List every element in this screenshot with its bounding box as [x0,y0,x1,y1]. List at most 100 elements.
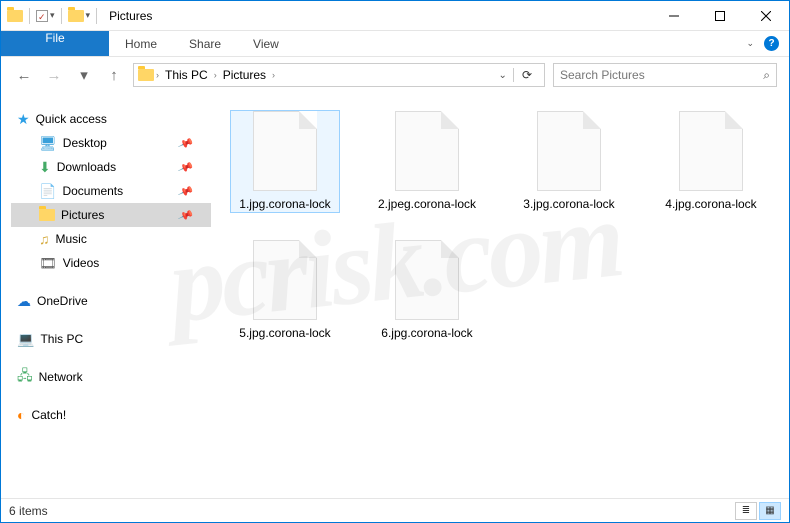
maximize-button[interactable] [697,1,743,31]
search-icon: ⌕ [763,68,770,83]
file-icon [253,111,317,191]
tab-file[interactable]: File [1,31,109,56]
sidebar-item-desktop[interactable]: 🖥 Desktop 📌 [11,131,211,155]
qat-dropdown2-icon[interactable]: ▾ [86,10,91,21]
pin-icon: 📌 [177,207,194,224]
file-icon [395,111,459,191]
details-view-button[interactable]: ≣ [735,502,757,520]
sidebar-quick-access[interactable]: ★ Quick access [11,107,211,131]
nav-row: ← → ▾ ↑ › This PC › Pictures › ⌄ ⟳ Searc… [1,57,789,93]
window-controls [651,1,789,31]
star-icon: ★ [17,111,30,128]
file-icon [679,111,743,191]
search-input[interactable]: Search Pictures ⌕ [553,63,777,87]
quick-access-label: Quick access [36,112,107,126]
desktop-icon: 🖥 [39,135,57,152]
help-icon[interactable]: ? [764,36,779,51]
pin-icon: 📌 [177,183,194,200]
file-name: 5.jpg.corona-lock [239,326,330,341]
sidebar-item-label: Pictures [61,208,104,222]
file-icon [253,240,317,320]
explorer-icon [7,8,23,24]
search-placeholder: Search Pictures [560,68,645,82]
properties-icon[interactable]: ✓ [36,10,48,22]
quick-access-toolbar: ✓ ▾ ▾ Pictures [1,8,152,24]
separator [61,8,62,24]
breadcrumb-this-pc[interactable]: This PC [161,68,212,82]
up-button[interactable]: ↑ [103,64,125,86]
separator [29,8,30,24]
chevron-right-icon[interactable]: › [270,70,277,80]
status-text: 6 items [9,504,48,518]
file-item[interactable]: 6.jpg.corona-lock [373,240,481,341]
back-button[interactable]: ← [13,64,35,86]
pictures-icon [39,207,55,223]
sidebar-item-label: Music [56,232,87,246]
sidebar-item-music[interactable]: ♫ Music [11,227,211,251]
address-bar[interactable]: › This PC › Pictures › ⌄ ⟳ [133,63,545,87]
documents-icon: 📄 [39,183,56,200]
sidebar-root-label: Catch! [31,408,66,422]
sidebar-item-label: Documents [62,184,123,198]
file-item[interactable]: 4.jpg.corona-lock [657,111,765,212]
file-item[interactable]: 2.jpeg.corona-lock [373,111,481,212]
file-item[interactable]: 1.jpg.corona-lock [231,111,339,212]
pc-icon: 💻 [17,331,34,348]
file-item[interactable]: 5.jpg.corona-lock [231,240,339,341]
expand-ribbon-icon[interactable]: ⌄ [746,38,754,49]
sidebar-item-label: Downloads [57,160,116,174]
sidebar-item-videos[interactable]: 🎞 Videos [11,251,211,275]
chevron-right-icon[interactable]: › [212,70,219,80]
network-icon: 🖧 [17,365,33,389]
sidebar-catch[interactable]: ◐ Catch! [11,403,211,427]
sidebar: ★ Quick access 🖥 Desktop 📌 ⬇ Downloads 📌… [1,93,211,498]
catch-icon: ◐ [17,407,25,423]
sidebar-this-pc[interactable]: 💻 This PC [11,327,211,351]
refresh-button[interactable]: ⟳ [513,68,540,82]
ribbon: File Home Share View ⌄ ? [1,31,789,57]
chevron-right-icon[interactable]: › [154,70,161,80]
file-name: 6.jpg.corona-lock [381,326,472,341]
sidebar-item-downloads[interactable]: ⬇ Downloads 📌 [11,155,211,179]
status-bar: 6 items ≣ ▦ [1,498,789,522]
videos-icon: 🎞 [39,255,57,272]
tab-home[interactable]: Home [109,31,173,56]
sidebar-item-pictures[interactable]: Pictures 📌 [11,203,211,227]
sidebar-onedrive[interactable]: ☁ OneDrive [11,289,211,313]
tab-share[interactable]: Share [173,31,237,56]
cloud-icon: ☁ [17,293,31,310]
downloads-icon: ⬇ [39,159,51,176]
music-icon: ♫ [39,231,50,247]
close-button[interactable] [743,1,789,31]
body: ★ Quick access 🖥 Desktop 📌 ⬇ Downloads 📌… [1,93,789,498]
file-name: 3.jpg.corona-lock [523,197,614,212]
recent-locations-button[interactable]: ▾ [73,64,95,86]
tab-view[interactable]: View [237,31,295,56]
file-name: 2.jpeg.corona-lock [378,197,476,212]
sidebar-item-label: Desktop [63,136,107,150]
sidebar-root-label: This PC [40,332,83,346]
file-icon [395,240,459,320]
minimize-button[interactable] [651,1,697,31]
icons-view-button[interactable]: ▦ [759,502,781,520]
forward-button[interactable]: → [43,64,65,86]
file-icon [537,111,601,191]
folder-icon [68,8,84,24]
titlebar: ✓ ▾ ▾ Pictures [1,1,789,31]
sidebar-item-documents[interactable]: 📄 Documents 📌 [11,179,211,203]
pin-icon: 📌 [177,159,194,176]
location-icon [138,67,154,83]
sidebar-item-label: Videos [63,256,99,270]
sidebar-network[interactable]: 🖧 Network [11,365,211,389]
file-pane[interactable]: 1.jpg.corona-lock 2.jpeg.corona-lock 3.j… [211,93,789,498]
address-dropdown-icon[interactable]: ⌄ [493,70,513,81]
window-title: Pictures [109,9,152,23]
sidebar-root-label: Network [39,370,83,384]
sidebar-root-label: OneDrive [37,294,88,308]
breadcrumb-pictures[interactable]: Pictures [219,68,270,82]
file-name: 1.jpg.corona-lock [239,197,330,212]
title-separator [96,8,97,24]
file-name: 4.jpg.corona-lock [665,197,756,212]
qat-dropdown-icon[interactable]: ▾ [50,10,55,21]
file-item[interactable]: 3.jpg.corona-lock [515,111,623,212]
